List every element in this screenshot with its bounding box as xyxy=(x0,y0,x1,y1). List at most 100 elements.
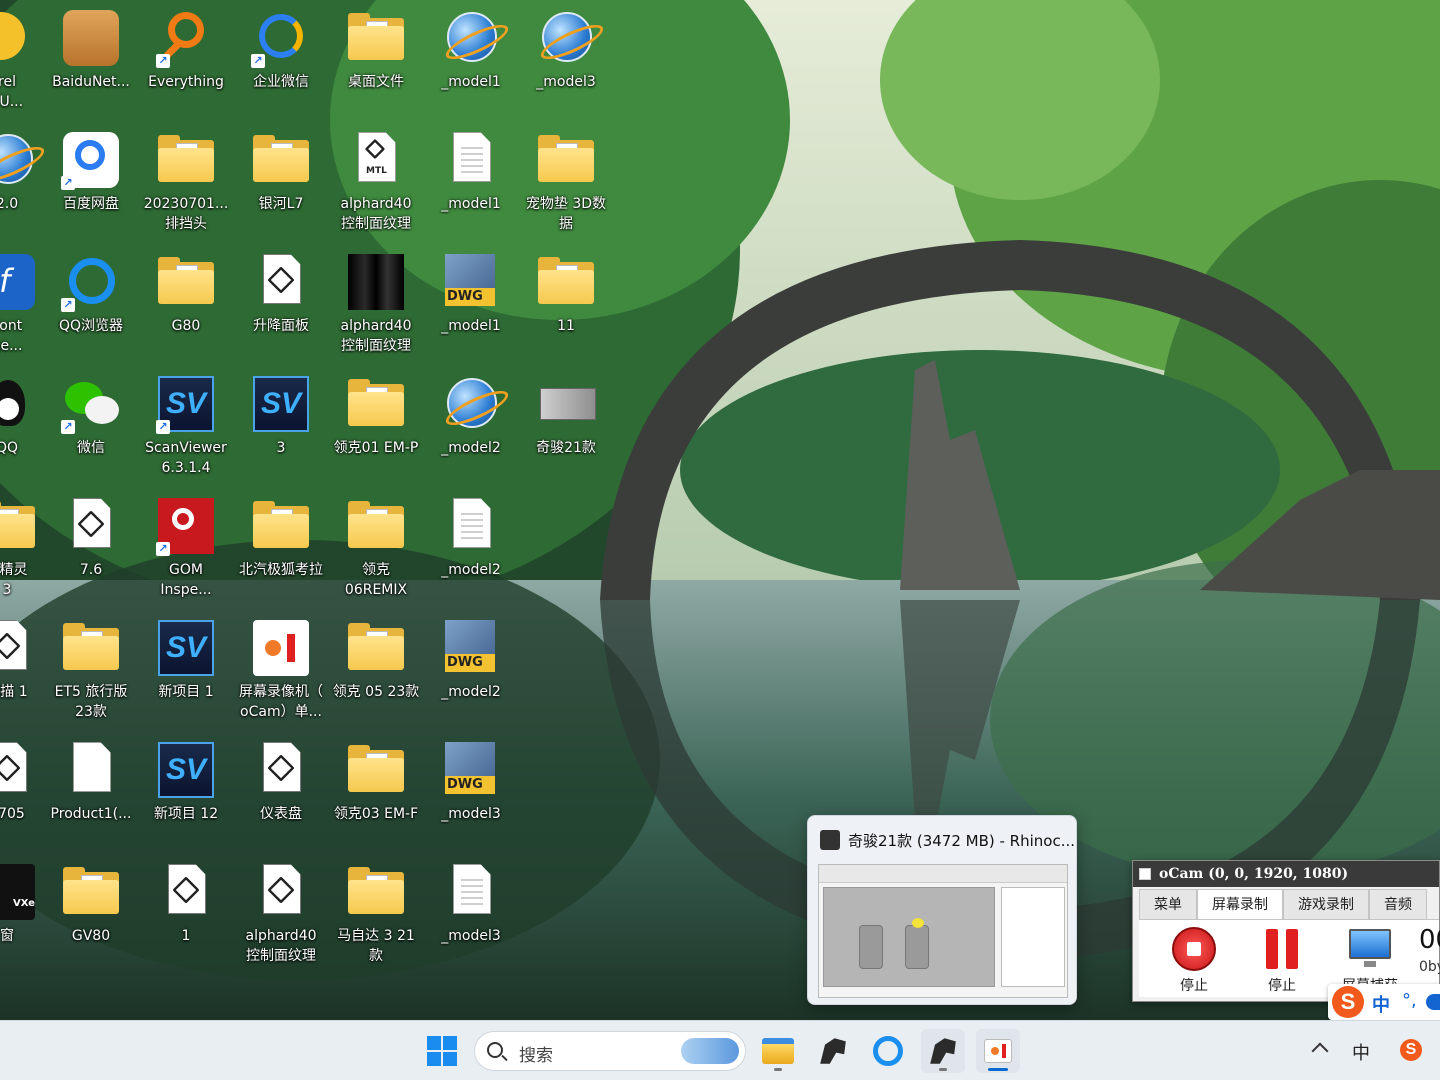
desktop-icon-label: alphard40 控制面纹理 xyxy=(340,318,412,354)
folder-icon xyxy=(61,862,121,922)
sv-icon: SV ↗ xyxy=(156,374,216,434)
desktop-icon[interactable]: _model1 xyxy=(424,122,518,240)
desktop-icon[interactable]: BaiduNet... xyxy=(44,0,138,118)
desktop-icon[interactable]: 马自达 3 21 款 xyxy=(329,854,423,972)
desktop-icon[interactable]: ↗ 百度网盘 xyxy=(44,122,138,240)
folder-icon xyxy=(346,8,406,68)
desktop-icon[interactable]: 银河L7 xyxy=(234,122,328,240)
desktop-icon-label: 新项目 1 xyxy=(158,684,214,700)
desktop-icon[interactable]: SV ↗ ScanViewer 6.3.1.4 xyxy=(139,366,233,484)
desktop-icon[interactable]: ET5 旅行版 23款 xyxy=(44,610,138,728)
shortcut-arrow-icon: ↗ xyxy=(61,420,75,434)
taskbar-app-file-explorer[interactable] xyxy=(756,1029,800,1073)
desktop-icon[interactable]: DWG _model2 xyxy=(424,610,518,728)
desktop-icon[interactable]: 奇骏21款 xyxy=(519,366,613,484)
app-baidu-icon: ↗ xyxy=(61,130,121,190)
app-box-brown-icon xyxy=(61,8,121,68)
tray-overflow-chevron-icon[interactable] xyxy=(1311,1042,1329,1060)
desktop-icon-label: 领克03 EM-F xyxy=(333,806,419,822)
desktop-icon[interactable]: 宠物垫 3D数 据 xyxy=(519,122,613,240)
rhino-icon xyxy=(820,1038,846,1064)
tab-audio[interactable]: 音频 xyxy=(1369,889,1427,919)
taskbar-thumbnail-preview[interactable]: 奇骏21款 (3472 MB) - Rhinoc... xyxy=(807,815,1077,1005)
desktop-icon[interactable]: 1 xyxy=(139,854,233,972)
taskbar-app-rhino[interactable] xyxy=(811,1029,855,1073)
shortcut-arrow-icon: ↗ xyxy=(61,176,75,190)
desktop-icon[interactable]: ↗ GOM Inspe... xyxy=(139,488,233,606)
desktop-icon[interactable]: 20230701... 排挡头 xyxy=(139,122,233,240)
taskbar-app-qq-browser[interactable] xyxy=(866,1029,910,1073)
pause-button[interactable]: 停止 xyxy=(1247,923,1317,995)
desktop-icon[interactable]: 领克 06REMIX xyxy=(329,488,423,606)
ime-toolbar[interactable]: S 中 °, xyxy=(1328,984,1440,1020)
cube-icon xyxy=(251,740,311,800)
desktop-icon-label: 微信 xyxy=(77,440,105,456)
ime-mode[interactable]: 中 xyxy=(1372,991,1390,1017)
taskbar-app-rhino-running[interactable] xyxy=(921,1029,965,1073)
stop-record-button[interactable]: 停止 xyxy=(1159,923,1229,995)
running-indicator xyxy=(939,1068,947,1071)
desktop-icon-label: GV80 xyxy=(71,928,111,944)
desktop-icon[interactable]: 领克01 EM-P xyxy=(329,366,423,484)
desktop-icon[interactable]: alphard40 控制面纹理 xyxy=(329,244,423,362)
desktop-icon[interactable]: 升降面板 xyxy=(234,244,328,362)
rhino-file-icon xyxy=(536,374,596,434)
start-button[interactable] xyxy=(420,1029,464,1073)
desktop-icon[interactable]: 北汽极狐考拉 xyxy=(234,488,328,606)
desktop-icon[interactable]: ↗ 企业微信 xyxy=(234,0,328,118)
desktop-icon-label: 仪表盘 xyxy=(260,806,302,822)
folder-icon xyxy=(346,374,406,434)
dwg-icon: DWG xyxy=(441,740,501,800)
ime-more-icon[interactable] xyxy=(1426,994,1440,1010)
search-highlight-icon xyxy=(681,1038,739,1064)
taskbar-search-box[interactable]: 搜索 xyxy=(474,1031,746,1071)
cube-icon xyxy=(0,740,37,800)
doc-icon xyxy=(441,496,501,556)
taskbar-app-ocam[interactable] xyxy=(976,1029,1020,1073)
desktop-icon[interactable]: ↗ Everything xyxy=(139,0,233,118)
globe-icon xyxy=(536,8,596,68)
desktop-icon[interactable]: ↗ QQ浏览器 xyxy=(44,244,138,362)
desktop-icon[interactable]: SV 3 xyxy=(234,366,328,484)
tab-menu[interactable]: 菜单 xyxy=(1139,889,1197,919)
tray-ime-indicator[interactable]: 中 xyxy=(1352,1039,1370,1065)
desktop-icon[interactable]: DWG _model3 xyxy=(424,732,518,850)
desktop-icon[interactable]: 屏幕录像机（ oCam）单... xyxy=(234,610,328,728)
app-orange-search-icon: ↗ xyxy=(156,8,216,68)
desktop-icon[interactable]: 7.6 xyxy=(44,488,138,606)
cube-icon xyxy=(156,862,216,922)
tab-screen-record[interactable]: 屏幕录制 xyxy=(1197,889,1283,919)
ocam-titlebar[interactable]: oCam (0, 0, 1920, 1080) xyxy=(1133,861,1439,887)
desktop-icon[interactable]: _model2 xyxy=(424,488,518,606)
cube-icon xyxy=(251,252,311,312)
desktop-icon[interactable]: 11 xyxy=(519,244,613,362)
active-indicator xyxy=(988,1068,1008,1071)
ocam-tabs: 菜单 屏幕录制 游戏录制 音频 xyxy=(1139,889,1427,919)
desktop-icon[interactable]: SV 新项目 12 xyxy=(139,732,233,850)
desktop-icon[interactable]: G80 xyxy=(139,244,233,362)
desktop-icon[interactable]: SV 新项目 1 xyxy=(139,610,233,728)
desktop-icon[interactable]: 仪表盘 xyxy=(234,732,328,850)
desktop-icon[interactable]: 桌面文件 xyxy=(329,0,423,118)
sv-icon: SV xyxy=(156,618,216,678)
sogou-logo-icon: S xyxy=(1332,986,1364,1018)
desktop-icon[interactable]: MTL alphard40 控制面纹理 xyxy=(329,122,423,240)
desktop-icon[interactable]: Product1(... xyxy=(44,732,138,850)
desktop-icon[interactable]: _model2 xyxy=(424,366,518,484)
desktop-icon[interactable]: GV80 xyxy=(44,854,138,972)
ocam-window[interactable]: oCam (0, 0, 1920, 1080) 菜单 屏幕录制 游戏录制 音频 … xyxy=(1132,860,1440,1002)
desktop-icon[interactable]: 领克 05 23款 xyxy=(329,610,423,728)
ocam-icon xyxy=(984,1039,1012,1063)
desktop-icon[interactable]: _model3 xyxy=(424,854,518,972)
desktop-icon[interactable]: _model1 xyxy=(424,0,518,118)
desktop-icon[interactable]: ↗ 微信 xyxy=(44,366,138,484)
desktop-icon[interactable]: _model3 xyxy=(519,0,613,118)
desktop-icon[interactable]: DWG _model1 xyxy=(424,244,518,362)
desktop-icon[interactable]: alphard40 控制面纹理 xyxy=(234,854,328,972)
tab-game-record[interactable]: 游戏录制 xyxy=(1283,889,1369,919)
desktop-icon-label: 升降面板 xyxy=(253,318,309,334)
tray-sogou-icon[interactable]: S xyxy=(1400,1039,1422,1061)
desktop-icon[interactable]: 领克03 EM-F xyxy=(329,732,423,850)
desktop-icon-label: 屏幕录像机（ oCam）单... xyxy=(239,684,323,720)
ime-punct[interactable]: °, xyxy=(1402,990,1417,1011)
